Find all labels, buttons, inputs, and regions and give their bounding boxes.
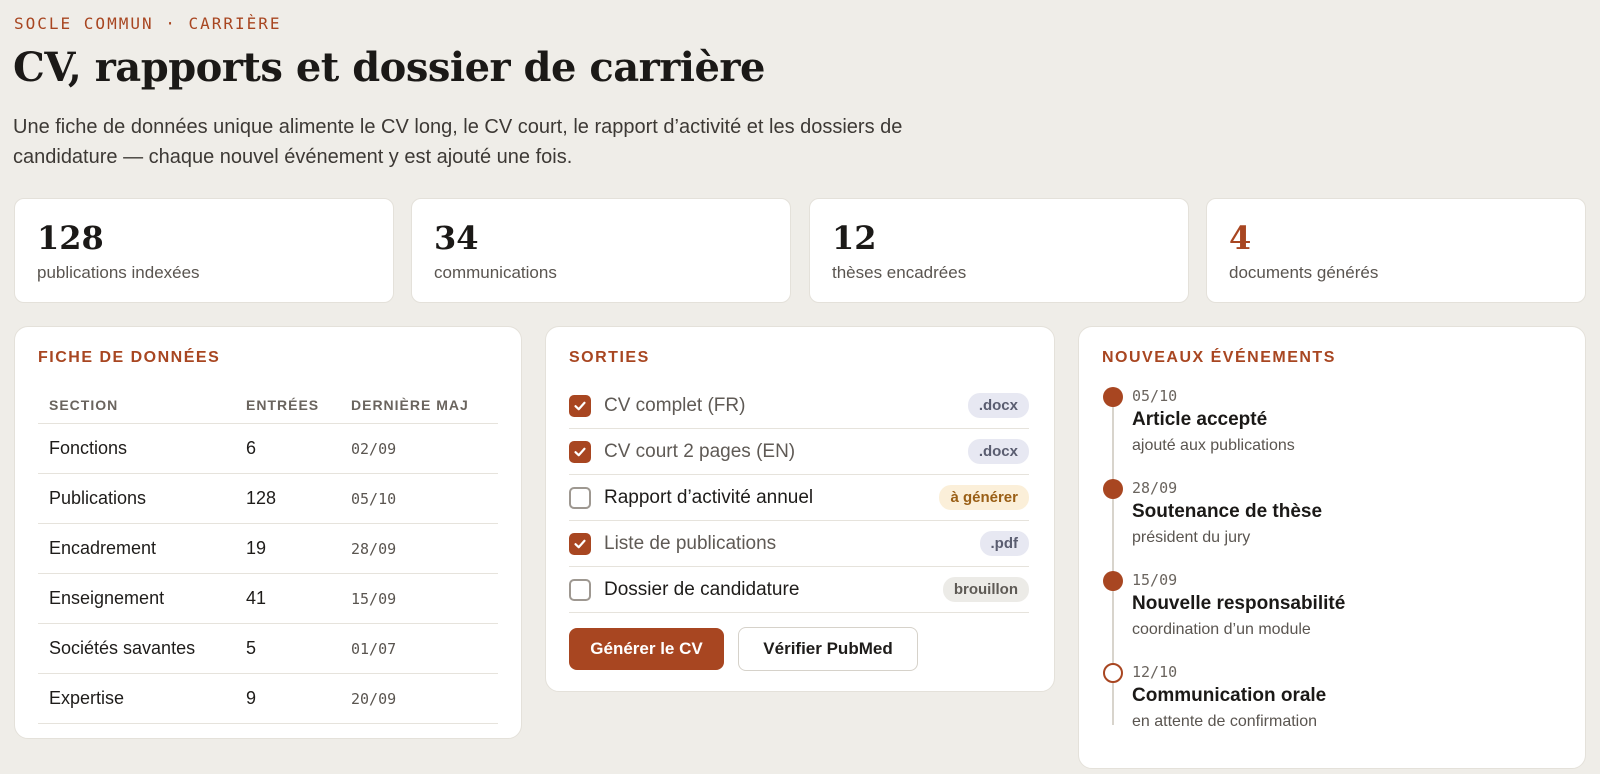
stat-value: 4 <box>1229 219 1252 257</box>
cell-entries: 19 <box>246 538 267 558</box>
output-label: Liste de publications <box>604 532 777 554</box>
checkbox-checked[interactable] <box>569 440 591 463</box>
cell-updated: 28/09 <box>351 539 397 558</box>
event-subtitle: ajouté aux publications <box>1132 437 1295 454</box>
cell-updated: 15/09 <box>351 589 397 608</box>
page-title: CV, rapports et dossier de carrière <box>13 44 765 91</box>
eyebrow: SOCLE COMMUN · CARRIÈRE <box>14 14 282 33</box>
checkbox-unchecked[interactable] <box>569 486 591 509</box>
timeline-item[interactable]: 12/10 Communication orale en attente de … <box>1102 661 1562 753</box>
output-item-cv-complet[interactable]: CV complet (FR) .docx <box>569 383 1029 429</box>
timeline-item[interactable]: 15/09 Nouvelle responsabilité coordinati… <box>1102 569 1562 661</box>
cell-entries: 128 <box>246 488 277 508</box>
timeline-item[interactable]: 05/10 Article accepté ajouté aux publica… <box>1102 385 1562 477</box>
timeline-dot-filled <box>1103 571 1123 591</box>
table-header: SECTION ENTRÉES DERNIÈRE MAJ <box>38 387 498 424</box>
cell-section: Encadrement <box>49 538 157 558</box>
cell-updated: 01/07 <box>351 639 397 658</box>
cell-section: Expertise <box>49 688 125 708</box>
stat-label: documents générés <box>1229 263 1379 282</box>
event-date: 15/09 <box>1132 571 1178 589</box>
event-date: 05/10 <box>1132 387 1178 405</box>
status-badge: brouillon <box>942 577 1029 602</box>
card-title: NOUVEAUX ÉVÉNEMENTS <box>1102 349 1336 366</box>
column-header-section: SECTION <box>49 397 119 413</box>
stat-value: 12 <box>832 219 877 257</box>
table-row[interactable]: Fonctions 6 02/09 <box>38 424 498 474</box>
check-icon <box>574 539 586 548</box>
generate-cv-button[interactable]: Générer le CV <box>569 628 724 670</box>
intro-text: Une fiche de données unique alimente le … <box>13 116 903 168</box>
outputs-card: SORTIES CV complet (FR) .docx CV court 2… <box>545 326 1055 692</box>
checkbox-checked[interactable] <box>569 532 591 555</box>
timeline-dot-filled <box>1103 387 1123 407</box>
timeline-dot-pending <box>1103 663 1123 683</box>
event-date: 12/10 <box>1132 663 1178 681</box>
events-card: NOUVEAUX ÉVÉNEMENTS 05/10 Article accept… <box>1078 326 1586 769</box>
event-date: 28/09 <box>1132 479 1178 497</box>
card-title: SORTIES <box>569 349 650 366</box>
output-label: Rapport d’activité annuel <box>604 486 814 508</box>
cell-section: Enseignement <box>49 588 165 608</box>
output-label: Dossier de candidature <box>604 578 800 600</box>
format-badge: .docx <box>967 439 1029 464</box>
cell-entries: 5 <box>246 638 257 658</box>
output-label: CV complet (FR) <box>604 394 746 416</box>
check-icon <box>574 401 586 410</box>
cell-entries: 6 <box>246 438 257 458</box>
stat-value: 34 <box>434 219 479 257</box>
outputs-list: CV complet (FR) .docx CV court 2 pages (… <box>569 383 1029 613</box>
status-badge: à générer <box>939 485 1029 510</box>
cell-entries: 41 <box>246 588 267 608</box>
data-sheet-card: FICHE DE DONNÉES SECTION ENTRÉES DERNIÈR… <box>14 326 522 739</box>
output-item-rapport[interactable]: Rapport d’activité annuel à générer <box>569 475 1029 521</box>
output-label: CV court 2 pages (EN) <box>604 440 796 462</box>
output-item-cv-court[interactable]: CV court 2 pages (EN) .docx <box>569 429 1029 475</box>
event-subtitle: en attente de confirmation <box>1132 713 1318 730</box>
cell-updated: 02/09 <box>351 439 397 458</box>
stat-value: 128 <box>37 219 104 257</box>
data-sheet-table: SECTION ENTRÉES DERNIÈRE MAJ Fonctions 6… <box>38 387 498 724</box>
stat-label: thèses encadrées <box>832 263 967 282</box>
stat-label: communications <box>434 263 557 282</box>
cell-updated: 20/09 <box>351 689 397 708</box>
events-timeline: 05/10 Article accepté ajouté aux publica… <box>1102 385 1562 753</box>
event-title: Communication orale <box>1132 685 1327 706</box>
stat-card-theses: 12 thèses encadrées <box>809 198 1189 303</box>
table-row[interactable]: Encadrement 19 28/09 <box>38 524 498 574</box>
cell-section: Publications <box>49 488 147 508</box>
event-subtitle: coordination d’un module <box>1132 621 1311 638</box>
cell-updated: 05/10 <box>351 489 397 508</box>
format-badge: .pdf <box>979 531 1029 556</box>
column-header-entries: ENTRÉES <box>246 397 320 413</box>
event-title: Soutenance de thèse <box>1132 501 1323 522</box>
stat-card-publications: 128 publications indexées <box>14 198 394 303</box>
output-item-dossier[interactable]: Dossier de candidature brouillon <box>569 567 1029 613</box>
card-title: FICHE DE DONNÉES <box>38 349 221 366</box>
cell-section: Sociétés savantes <box>49 638 196 658</box>
stat-card-communications: 34 communications <box>411 198 791 303</box>
stat-card-documents: 4 documents générés <box>1206 198 1586 303</box>
timeline-item[interactable]: 28/09 Soutenance de thèse président du j… <box>1102 477 1562 569</box>
event-title: Nouvelle responsabilité <box>1132 593 1346 614</box>
check-icon <box>574 447 586 456</box>
timeline-dot-filled <box>1103 479 1123 499</box>
cell-entries: 9 <box>246 688 257 708</box>
checkbox-checked[interactable] <box>569 394 591 417</box>
table-row[interactable]: Expertise 9 20/09 <box>38 674 498 724</box>
event-subtitle: président du jury <box>1132 529 1251 546</box>
cell-section: Fonctions <box>49 438 128 458</box>
verify-pubmed-button[interactable]: Vérifier PubMed <box>738 627 918 671</box>
table-row[interactable]: Enseignement 41 15/09 <box>38 574 498 624</box>
checkbox-unchecked[interactable] <box>569 578 591 601</box>
stat-label: publications indexées <box>37 263 200 282</box>
table-row[interactable]: Publications 128 05/10 <box>38 474 498 524</box>
format-badge: .docx <box>967 393 1029 418</box>
output-item-publications[interactable]: Liste de publications .pdf <box>569 521 1029 567</box>
event-title: Article accepté <box>1132 409 1268 430</box>
column-header-updated: DERNIÈRE MAJ <box>351 397 469 413</box>
table-row[interactable]: Sociétés savantes 5 01/07 <box>38 624 498 674</box>
